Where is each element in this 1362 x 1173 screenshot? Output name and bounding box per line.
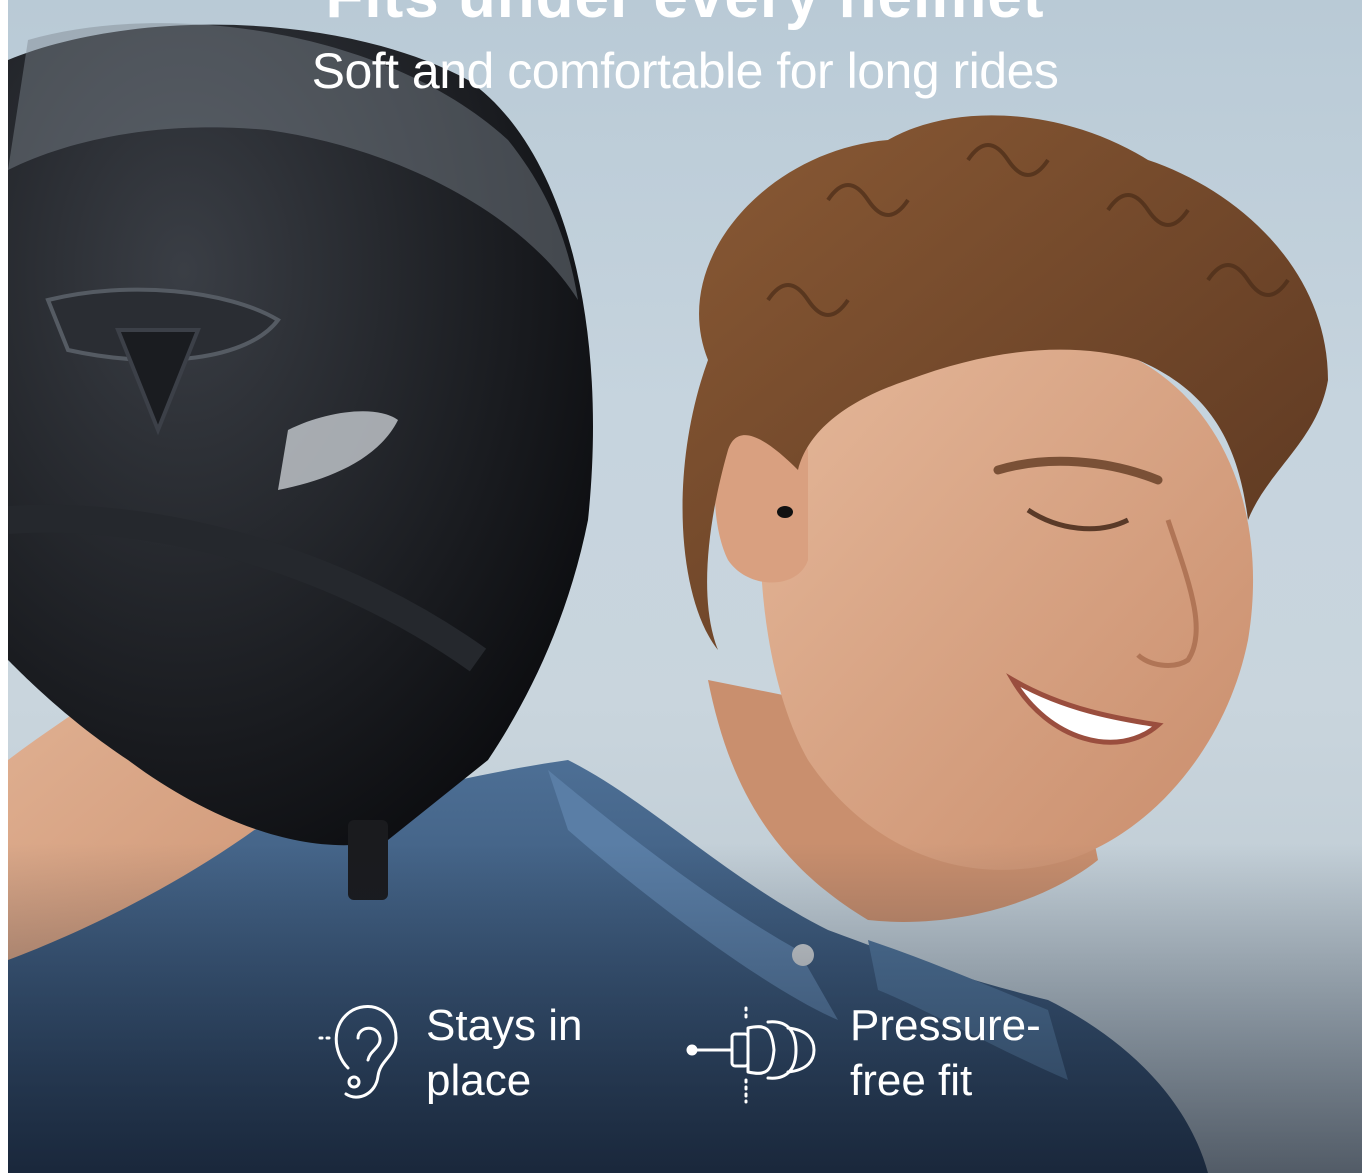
- earplug-icon: [686, 998, 836, 1108]
- feature-label-line1: Stays in: [426, 1001, 583, 1050]
- ear-icon: [318, 998, 414, 1108]
- feature-stays-in-place: Stays in place: [318, 998, 656, 1108]
- feature-pressure-free-fit: Pressure- free fit: [686, 998, 1080, 1108]
- feature-label-line2: free fit: [850, 1056, 973, 1105]
- subheadline: Soft and comfortable for long rides: [311, 43, 1059, 99]
- feature-label-line2: place: [426, 1056, 532, 1105]
- headline: Fits under every helmet: [8, 0, 1362, 28]
- lifestyle-photo: Fits under every helmet Soft and comfort…: [8, 0, 1362, 1173]
- ad-banner: Fits under every helmet Soft and comfort…: [0, 0, 1362, 1173]
- feature-label-line1: Pressure-: [850, 1001, 1041, 1050]
- earbud: [777, 506, 793, 518]
